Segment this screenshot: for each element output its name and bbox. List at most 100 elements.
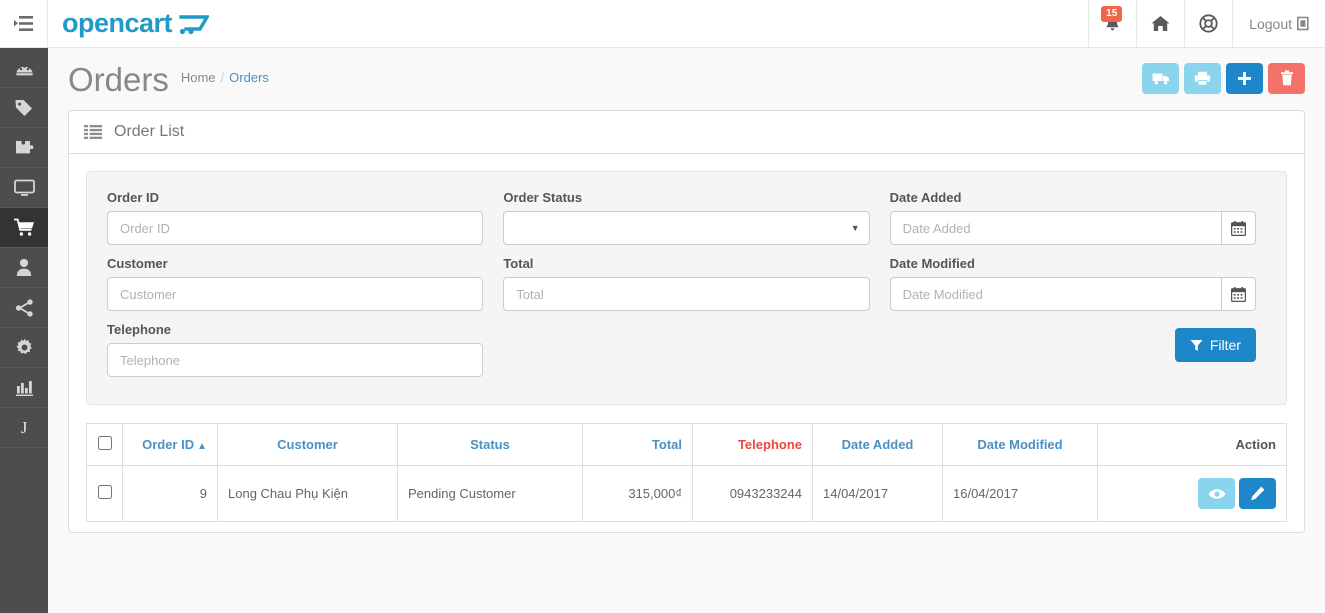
sidebar-toggle-icon	[14, 16, 33, 31]
panel-title: Order List	[114, 123, 185, 140]
share-alt-icon	[15, 298, 34, 317]
cell-date-modified: 16/04/2017	[942, 465, 1098, 522]
sidebar-item-marketing[interactable]	[0, 288, 48, 328]
funnel-icon	[1190, 339, 1203, 352]
orders-table-wrapper: Order ID ▲ Customer Status Total Telepho…	[86, 423, 1287, 522]
calendar-icon	[1230, 220, 1246, 236]
filter-well: Order ID Order Status ▼	[86, 171, 1287, 405]
filter-row-3: Telephone Telephone Filter	[107, 322, 1266, 388]
filter-button-label: Filter	[1209, 337, 1241, 353]
app-root: opencart 15 Logout J Orders Home / Order…	[0, 0, 1325, 613]
date-modified-group	[889, 277, 1256, 311]
storefront-home-button[interactable]	[1136, 0, 1185, 47]
desktop-monitor-icon	[13, 179, 35, 197]
view-order-button[interactable]	[1198, 478, 1235, 509]
main-sidebar: J	[0, 48, 48, 613]
gear-icon	[15, 338, 34, 357]
page-title: Orders	[68, 60, 169, 98]
th-status: Status	[397, 423, 583, 466]
breadcrumb-item-orders[interactable]: Orders	[229, 70, 269, 85]
table-header-row: Order ID ▲ Customer Status Total Telepho…	[86, 423, 1287, 466]
cell-action	[1097, 465, 1287, 522]
date-added-calendar-button[interactable]	[1220, 211, 1256, 245]
tags-icon	[14, 98, 34, 117]
panel-body: Order ID Order Status ▼	[69, 154, 1304, 532]
th-total: Total	[582, 423, 693, 466]
sort-customer-link[interactable]: Customer	[277, 437, 338, 452]
print-invoice-button[interactable]	[1184, 62, 1221, 94]
sidebar-item-extensions[interactable]	[0, 128, 48, 168]
filter-group-date-added: Date Added	[880, 190, 1266, 256]
sidebar-item-catalog[interactable]	[0, 88, 48, 128]
date-added-input[interactable]	[889, 211, 1221, 245]
panel-heading: Order List	[69, 111, 1304, 154]
letter-j: J	[20, 417, 28, 437]
notifications-button[interactable]: 15	[1088, 0, 1137, 47]
truck-icon	[1152, 72, 1170, 85]
th-telephone: Telephone	[692, 423, 813, 466]
total-label: Total	[503, 256, 534, 271]
brand-logo[interactable]: opencart	[48, 0, 210, 47]
th-select-all	[86, 423, 123, 466]
support-button[interactable]	[1184, 0, 1233, 47]
filter-row-2: Customer Total Date Modified	[107, 256, 1266, 322]
date-modified-input[interactable]	[889, 277, 1221, 311]
orders-table-head: Order ID ▲ Customer Status Total Telepho…	[86, 423, 1287, 466]
edit-order-button[interactable]	[1239, 478, 1276, 509]
printer-icon	[1194, 71, 1211, 86]
logout-button[interactable]: Logout	[1232, 0, 1325, 47]
cell-total: 315,000₫	[582, 465, 693, 522]
telephone-input[interactable]	[107, 343, 484, 377]
order-id-input[interactable]	[107, 211, 484, 245]
filter-group-customer: Customer	[107, 256, 493, 322]
sort-date-added-link[interactable]: Date Added	[842, 437, 914, 452]
date-added-label: Date Added	[889, 190, 962, 205]
sort-date-modified-link[interactable]: Date Modified	[977, 437, 1062, 452]
order-list-panel: Order List Order ID Order Status	[68, 110, 1305, 533]
select-all-checkbox[interactable]	[97, 436, 112, 450]
shipping-button[interactable]	[1142, 62, 1179, 94]
caret-up-icon: ▲	[197, 441, 207, 452]
breadcrumb: Home / Orders	[181, 70, 269, 89]
home-icon	[1151, 15, 1170, 32]
sidebar-item-design[interactable]	[0, 168, 48, 208]
cell-status: Pending Customer	[397, 465, 583, 522]
sidebar-item-system[interactable]	[0, 328, 48, 368]
shopping-cart-logo-icon	[177, 12, 210, 36]
th-action: Action	[1097, 423, 1287, 466]
order-status-select[interactable]	[503, 211, 870, 245]
filter-group-telephone: Telephone	[107, 322, 493, 388]
th-order-id: Order ID ▲	[122, 423, 218, 466]
sidebar-item-journal[interactable]: J	[0, 408, 48, 448]
sidebar-item-reports[interactable]	[0, 368, 48, 408]
list-icon	[84, 125, 102, 139]
filter-group-order-id: Order ID	[107, 190, 493, 256]
page-action-buttons	[1142, 62, 1305, 96]
page-header: Orders Home / Orders	[48, 48, 1325, 110]
table-row: 9 Long Chau Phụ Kiện Pending Customer 31…	[86, 465, 1287, 522]
sort-status-link[interactable]: Status	[470, 437, 510, 452]
customer-input[interactable]	[107, 277, 484, 311]
calendar-icon	[1230, 286, 1246, 302]
sort-order-id-link[interactable]: Order ID ▲	[142, 437, 207, 452]
order-status-label: Order Status	[503, 190, 583, 205]
row-action-buttons	[1108, 478, 1276, 509]
sidebar-toggle-button[interactable]	[0, 0, 48, 47]
sidebar-item-sales[interactable]	[0, 208, 48, 248]
add-new-button[interactable]	[1226, 62, 1263, 94]
sort-telephone-link[interactable]: Telephone	[738, 437, 802, 452]
filter-spacer-1	[493, 322, 879, 388]
breadcrumb-item-home[interactable]: Home	[181, 70, 216, 85]
filter-button[interactable]: Filter	[1174, 328, 1256, 362]
sort-total-link[interactable]: Total	[652, 437, 682, 452]
order-status-select-wrapper: ▼	[503, 211, 870, 245]
total-input[interactable]	[503, 277, 870, 311]
sidebar-item-dashboard[interactable]	[0, 48, 48, 88]
date-modified-calendar-button[interactable]	[1220, 277, 1256, 311]
delete-button[interactable]	[1268, 62, 1305, 94]
row-checkbox[interactable]	[97, 485, 112, 499]
order-id-label: Order ID	[107, 190, 160, 205]
sidebar-item-customers[interactable]	[0, 248, 48, 288]
notification-badge: 15	[1101, 6, 1123, 22]
user-icon	[16, 258, 32, 277]
